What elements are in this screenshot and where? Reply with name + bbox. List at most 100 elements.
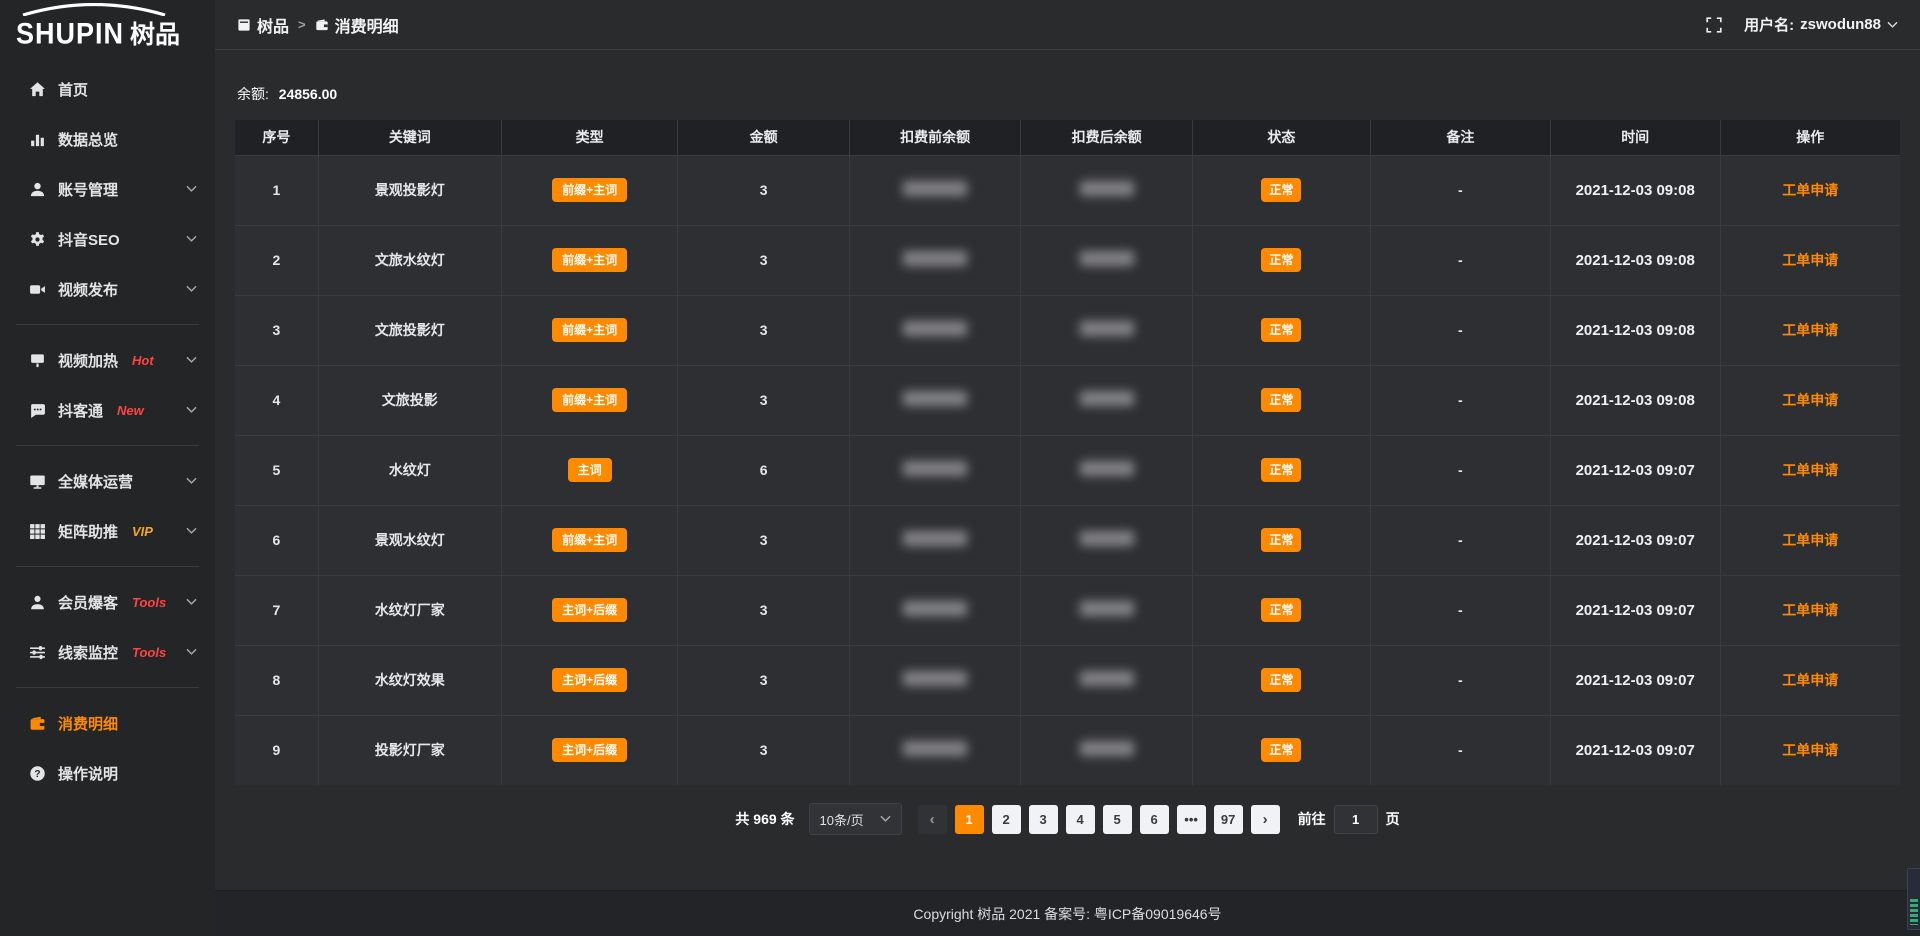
sidebar-item-5[interactable]: 视频加热Hot (0, 335, 215, 385)
table-body: 1景观投影灯前缀+主词3正常-2021-12-03 09:08工单申请2文旅水纹… (235, 155, 1900, 785)
cell-amount: 6 (678, 435, 849, 505)
cell-remark: - (1370, 365, 1550, 435)
sidebar-item-1[interactable]: 数据总览 (0, 114, 215, 164)
svg-text:?: ? (34, 768, 40, 779)
chevron-down-icon (186, 406, 197, 414)
chevron-down-icon (186, 185, 197, 193)
breadcrumb-item-root[interactable]: 树品 (237, 13, 289, 37)
work-order-link[interactable]: 工单申请 (1782, 392, 1838, 408)
redacted-post-balance (1080, 741, 1134, 756)
cell-status: 正常 (1192, 295, 1370, 365)
status-badge: 正常 (1261, 178, 1301, 202)
redacted-post-balance (1080, 601, 1134, 616)
page-button-3[interactable]: 3 (1029, 805, 1058, 834)
copyright-text: Copyright 树品 2021 备案号: 粤ICP备09019646号 (913, 904, 1221, 924)
logo-text-cn: 树品 (130, 23, 180, 48)
logo-arc (18, 3, 170, 16)
redacted-post-balance (1080, 181, 1134, 196)
status-badge: 正常 (1261, 458, 1301, 482)
cell-action: 工单申请 (1720, 295, 1900, 365)
sidebar-item-11[interactable]: 消费明细 (0, 698, 215, 748)
sidebar-item-0[interactable]: 首页 (0, 64, 215, 114)
type-badge: 主词+后缀 (552, 598, 627, 622)
work-order-link[interactable]: 工单申请 (1782, 322, 1838, 338)
fullscreen-icon[interactable] (1706, 17, 1722, 33)
user-menu[interactable]: 用户名: zswodun88 (1744, 14, 1898, 35)
cell-pre-balance (849, 435, 1020, 505)
cell-action: 工单申请 (1720, 645, 1900, 715)
cell-type: 前缀+主词 (501, 155, 677, 225)
sidebar-item-label: 首页 (58, 79, 88, 100)
page-button-5[interactable]: 5 (1103, 805, 1132, 834)
cell-keyword: 文旅投影 (318, 365, 501, 435)
page-button-4[interactable]: 4 (1066, 805, 1095, 834)
sidebar-item-7[interactable]: 全媒体运营 (0, 456, 215, 506)
sidebar-item-label: 消费明细 (58, 713, 118, 734)
cell-index: 9 (235, 715, 318, 785)
table-row: 5水纹灯主词6正常-2021-12-03 09:07工单申请 (235, 435, 1900, 505)
sidebar-item-12[interactable]: ?操作说明 (0, 748, 215, 798)
column-header: 操作 (1720, 120, 1900, 155)
cell-time: 2021-12-03 09:08 (1550, 225, 1720, 295)
type-badge: 主词+后缀 (552, 668, 627, 692)
breadcrumb-item-current[interactable]: 消费明细 (315, 13, 399, 37)
sidebar-item-label: 全媒体运营 (58, 471, 133, 492)
sidebar-item-6[interactable]: 抖客通New (0, 385, 215, 435)
user-icon (29, 181, 46, 198)
page-button-97[interactable]: 97 (1214, 805, 1243, 834)
chat-widget-tab[interactable] (1907, 868, 1920, 930)
redacted-post-balance (1080, 251, 1134, 266)
cell-pre-balance (849, 645, 1020, 715)
cell-remark: - (1370, 155, 1550, 225)
page-button-1[interactable]: 1 (955, 805, 984, 834)
balance-label: 余额: (237, 86, 269, 102)
work-order-link[interactable]: 工单申请 (1782, 672, 1838, 688)
sliders-icon (29, 644, 46, 661)
sidebar-item-2[interactable]: 账号管理 (0, 164, 215, 214)
cell-post-balance (1021, 435, 1192, 505)
cell-status: 正常 (1192, 225, 1370, 295)
page-button-2[interactable]: 2 (992, 805, 1021, 834)
breadcrumb-separator: > (298, 17, 306, 32)
cell-time: 2021-12-03 09:07 (1550, 505, 1720, 575)
cell-action: 工单申请 (1720, 715, 1900, 785)
work-order-link[interactable]: 工单申请 (1782, 742, 1838, 758)
balance-value: 24856.00 (279, 86, 337, 102)
column-header: 关键词 (318, 120, 501, 155)
cell-remark: - (1370, 505, 1550, 575)
chart-icon (29, 131, 46, 148)
cell-keyword: 文旅投影灯 (318, 295, 501, 365)
page-button-6[interactable]: 6 (1140, 805, 1169, 834)
prev-page-button[interactable]: ‹ (918, 805, 947, 834)
cell-action: 工单申请 (1720, 225, 1900, 295)
sidebar-item-3[interactable]: 抖音SEO (0, 214, 215, 264)
column-header: 扣费前余额 (849, 120, 1020, 155)
consumption-table: 序号关键词类型金额扣费前余额扣费后余额状态备注时间操作 1景观投影灯前缀+主词3… (235, 120, 1900, 785)
cell-keyword: 文旅水纹灯 (318, 225, 501, 295)
next-page-button[interactable]: › (1251, 805, 1280, 834)
work-order-link[interactable]: 工单申请 (1782, 462, 1838, 478)
sidebar-item-label: 数据总览 (58, 129, 118, 150)
cell-type: 前缀+主词 (501, 295, 677, 365)
work-order-link[interactable]: 工单申请 (1782, 602, 1838, 618)
page-more-button[interactable]: ••• (1177, 805, 1206, 834)
page-size-select[interactable]: 10条/页 (809, 803, 902, 835)
sidebar-item-8[interactable]: 矩阵助推VIP (0, 506, 215, 556)
work-order-link[interactable]: 工单申请 (1782, 532, 1838, 548)
goto-page-input[interactable] (1334, 805, 1378, 834)
chevron-down-icon (186, 356, 197, 364)
table-row: 9投影灯厂家主词+后缀3正常-2021-12-03 09:07工单申请 (235, 715, 1900, 785)
chevron-down-icon (186, 235, 197, 243)
sidebar-item-badge: Hot (132, 353, 154, 368)
redacted-pre-balance (903, 181, 967, 196)
work-order-link[interactable]: 工单申请 (1782, 182, 1838, 198)
cell-pre-balance (849, 155, 1020, 225)
sidebar-item-4[interactable]: 视频发布 (0, 264, 215, 314)
cell-time: 2021-12-03 09:08 (1550, 365, 1720, 435)
cell-pre-balance (849, 715, 1020, 785)
redacted-post-balance (1080, 461, 1134, 476)
sidebar-item-10[interactable]: 线索监控Tools (0, 627, 215, 677)
work-order-link[interactable]: 工单申请 (1782, 252, 1838, 268)
sidebar-item-9[interactable]: 会员爆客Tools (0, 577, 215, 627)
cell-type: 主词+后缀 (501, 575, 677, 645)
